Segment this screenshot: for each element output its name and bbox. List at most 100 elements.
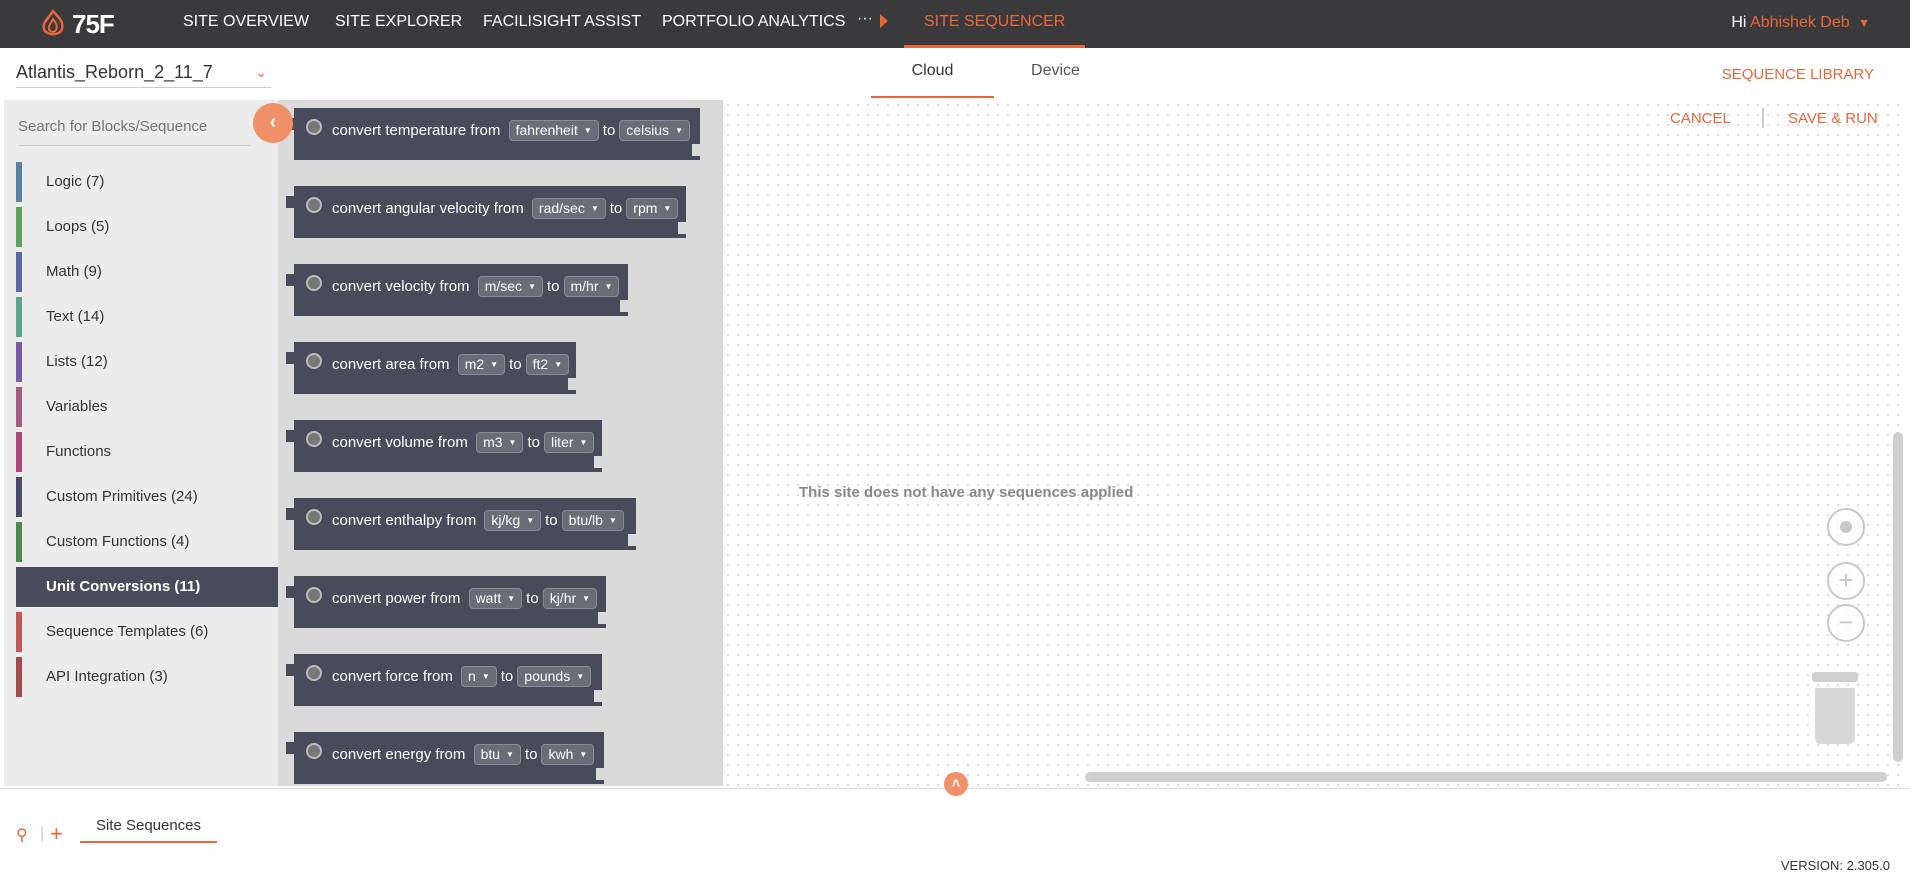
- category-sequence-templates[interactable]: Sequence Templates (6): [16, 612, 278, 652]
- block-convert-velocity[interactable]: convert velocity from m/sec ▼ to m/hr ▼: [286, 264, 630, 316]
- to-unit-dropdown[interactable]: celsius ▼: [619, 120, 691, 142]
- gear-icon[interactable]: [306, 119, 322, 135]
- category-math[interactable]: Math (9): [16, 252, 278, 292]
- sequence-library-link[interactable]: SEQUENCE LIBRARY: [1722, 66, 1874, 83]
- category-label: Logic (7): [46, 173, 105, 190]
- block-connector: [286, 742, 294, 754]
- from-unit-dropdown[interactable]: btu ▼: [473, 744, 521, 766]
- minus-icon: −: [1838, 607, 1854, 637]
- category-lists[interactable]: Lists (12): [16, 342, 278, 382]
- tab-cloud[interactable]: Cloud: [871, 62, 994, 98]
- site-selector[interactable]: Atlantis_Reborn_2_11_7 ⌄: [16, 58, 271, 88]
- block-convert-area[interactable]: convert area from m2 ▼ to ft2 ▼: [286, 342, 578, 394]
- block-connector: [594, 456, 604, 468]
- category-functions[interactable]: Functions: [16, 432, 278, 472]
- block-convert-temperature[interactable]: convert temperature from fahrenheit ▼ to ce…: [286, 108, 702, 160]
- sequence-workspace[interactable]: [723, 100, 1906, 786]
- from-unit-dropdown[interactable]: watt ▼: [468, 588, 523, 610]
- nav-site-overview[interactable]: SITE OVERVIEW: [183, 0, 309, 48]
- tab-site-sequences[interactable]: Site Sequences: [80, 813, 217, 843]
- dropdown-arrow-icon: ▼: [506, 750, 514, 760]
- dropdown-arrow-icon: ▼: [663, 204, 672, 214]
- dropdown-arrow-icon: ▼: [490, 360, 499, 370]
- from-unit-dropdown[interactable]: n ▼: [461, 666, 497, 688]
- to-unit-dropdown[interactable]: btu/lb ▼: [561, 510, 624, 532]
- block-convert-energy[interactable]: convert energy from btu ▼ to kwh ▼: [286, 732, 606, 784]
- category-label: Custom Primitives (24): [46, 488, 198, 505]
- user-menu[interactable]: Hi Abhishek Deb ▼: [1731, 14, 1870, 32]
- trash-icon[interactable]: [1812, 672, 1858, 744]
- add-icon[interactable]: +: [50, 821, 63, 847]
- gear-icon[interactable]: [306, 509, 322, 525]
- to-label: to: [609, 200, 623, 217]
- block-convert-enthalpy[interactable]: convert enthalpy from kj/kg ▼ to btu/lb ▼: [286, 498, 638, 550]
- gear-icon[interactable]: [306, 665, 322, 681]
- logo-text: 75F: [72, 8, 115, 39]
- nav-site-explorer[interactable]: SITE EXPLORER: [335, 0, 462, 48]
- sub-header: Atlantis_Reborn_2_11_7 ⌄ Cloud Device SE…: [0, 48, 1910, 98]
- from-unit-dropdown[interactable]: rad/sec ▼: [531, 198, 606, 220]
- category-logic[interactable]: Logic (7): [16, 162, 278, 202]
- zoom-out-button[interactable]: −: [1827, 604, 1865, 642]
- nav-arrow-icon[interactable]: [880, 14, 888, 28]
- gear-icon[interactable]: [306, 743, 322, 759]
- search-icon[interactable]: ⚲: [16, 825, 28, 845]
- nav-more-icon[interactable]: ···: [857, 10, 873, 28]
- gear-icon[interactable]: [306, 587, 322, 603]
- from-unit-dropdown[interactable]: m/sec ▼: [477, 276, 543, 298]
- dropdown-value: kj/kg: [491, 512, 521, 528]
- from-unit-dropdown[interactable]: m3 ▼: [476, 432, 524, 454]
- zoom-in-button[interactable]: +: [1827, 562, 1865, 600]
- block-convert-angular-velocity[interactable]: convert angular velocity from rad/sec ▼ to…: [286, 186, 688, 238]
- category-custom-primitives[interactable]: Custom Primitives (24): [16, 477, 278, 517]
- tab-device[interactable]: Device: [994, 62, 1117, 98]
- block-label: convert velocity from: [332, 278, 470, 295]
- recenter-button[interactable]: [1827, 508, 1865, 546]
- block-label: convert power from: [332, 590, 461, 607]
- dropdown-arrow-icon: ▼: [590, 204, 599, 214]
- nav-site-sequencer[interactable]: SITE SEQUENCER: [904, 0, 1086, 48]
- to-unit-dropdown[interactable]: kj/hr ▼: [542, 588, 598, 610]
- to-unit-dropdown[interactable]: rpm ▼: [626, 198, 679, 220]
- from-unit-dropdown[interactable]: m2 ▼: [457, 354, 506, 376]
- category-variables[interactable]: Variables: [16, 387, 278, 427]
- expand-panel-button[interactable]: ˄: [944, 772, 968, 796]
- dropdown-arrow-icon: ▼: [576, 672, 585, 682]
- category-api-integration[interactable]: API Integration (3): [16, 657, 278, 697]
- gear-icon[interactable]: [306, 197, 322, 213]
- category-loops[interactable]: Loops (5): [16, 207, 278, 247]
- to-unit-dropdown[interactable]: m/hr ▼: [563, 276, 620, 298]
- to-unit-dropdown[interactable]: kwh ▼: [541, 744, 595, 766]
- from-unit-dropdown[interactable]: fahrenheit ▼: [508, 120, 599, 142]
- vertical-scrollbar[interactable]: [1893, 432, 1903, 762]
- dropdown-arrow-icon: ▼: [604, 282, 613, 292]
- dropdown-value: rad/sec: [538, 200, 585, 216]
- block-convert-force[interactable]: convert force from n ▼ to pounds ▼: [286, 654, 604, 706]
- nav-portfolio-analytics[interactable]: PORTFOLIO ANALYTICS: [662, 0, 845, 48]
- category-custom-functions[interactable]: Custom Functions (4): [16, 522, 278, 562]
- gear-icon[interactable]: [306, 431, 322, 447]
- category-text[interactable]: Text (14): [16, 297, 278, 337]
- gear-icon[interactable]: [306, 275, 322, 291]
- category-color-bar: [16, 342, 22, 382]
- nav-facilisight-assist[interactable]: FACILISIGHT ASSIST: [483, 0, 641, 48]
- horizontal-scrollbar[interactable]: [1085, 772, 1887, 782]
- dropdown-value: pounds: [524, 668, 571, 684]
- save-run-button[interactable]: SAVE & RUN: [1788, 110, 1878, 127]
- to-unit-dropdown[interactable]: pounds ▼: [517, 666, 592, 688]
- category-unit-conversions[interactable]: Unit Conversions (11): [16, 567, 278, 607]
- category-color-bar: [16, 522, 22, 562]
- block-convert-power[interactable]: convert power from watt ▼ to kj/hr ▼: [286, 576, 608, 628]
- brand-logo[interactable]: 75F: [40, 6, 115, 42]
- block-label: convert area from: [332, 356, 450, 373]
- cancel-button[interactable]: CANCEL: [1670, 110, 1731, 127]
- from-unit-dropdown[interactable]: kj/kg ▼: [484, 510, 542, 532]
- flame-logo-icon: [42, 9, 64, 36]
- block-search-input[interactable]: [18, 118, 250, 135]
- to-unit-dropdown[interactable]: liter ▼: [543, 432, 595, 454]
- block-convert-volume[interactable]: convert volume from m3 ▼ to liter ▼: [286, 420, 604, 472]
- dropdown-value: m2: [464, 356, 485, 372]
- collapse-toolbox-button[interactable]: ‹: [253, 103, 293, 143]
- to-unit-dropdown[interactable]: ft2 ▼: [525, 354, 570, 376]
- gear-icon[interactable]: [306, 353, 322, 369]
